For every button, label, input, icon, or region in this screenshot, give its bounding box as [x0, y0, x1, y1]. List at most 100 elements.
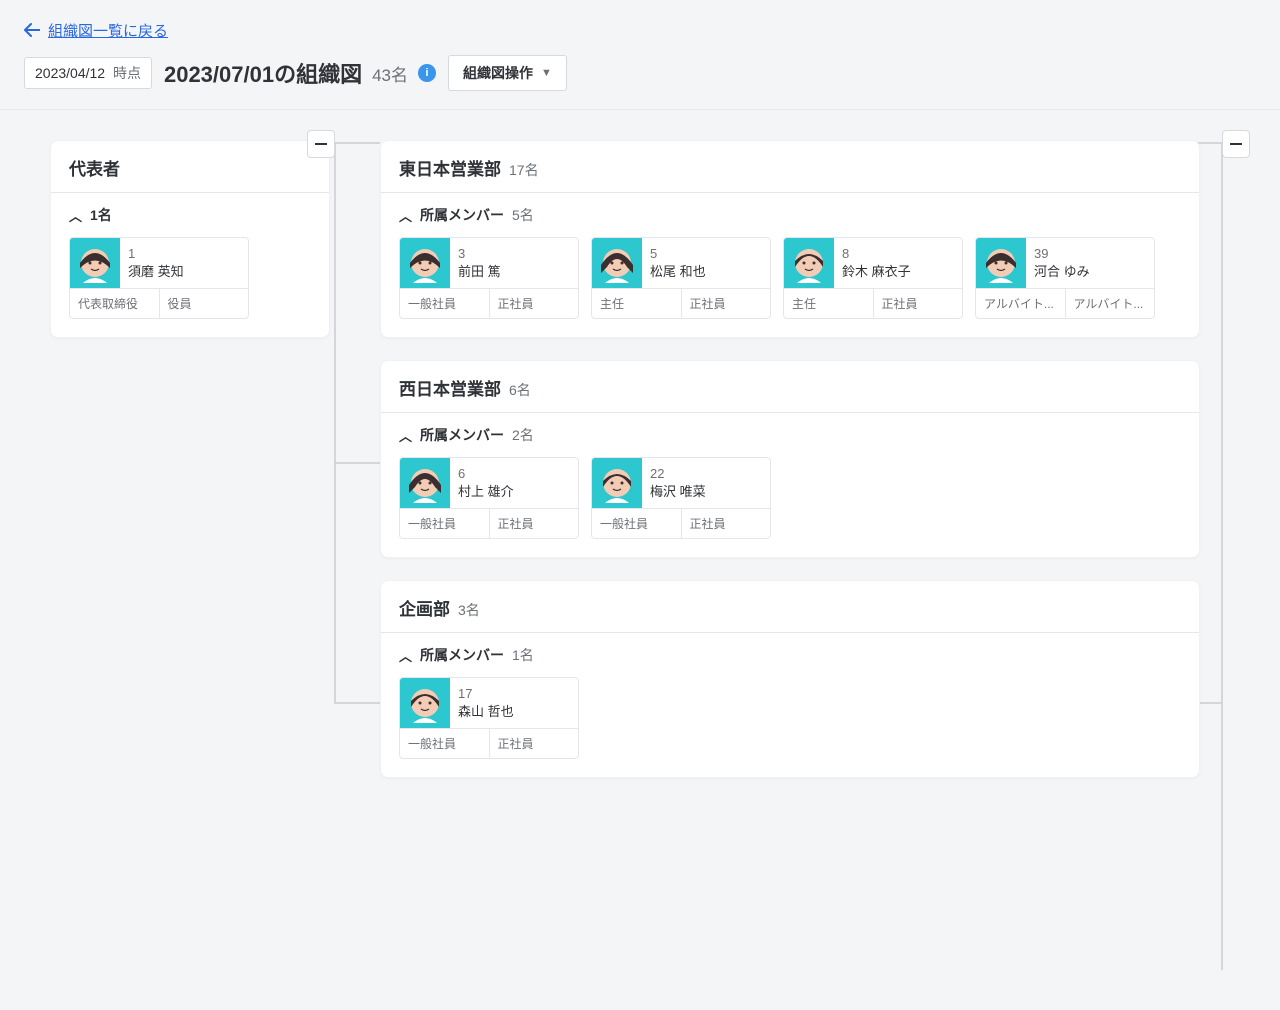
member-roles: アルバイト... アルバイト...: [976, 288, 1154, 318]
as-of-date: 2023/04/12: [35, 65, 105, 81]
member-roles: 代表取締役 役員: [70, 288, 248, 318]
department-member-count: 5名: [512, 205, 534, 225]
chevron-up-icon: ︿: [399, 206, 412, 225]
member-name: 松尾 和也: [650, 263, 706, 281]
member-card[interactable]: 1 須磨 英知 代表取締役 役員: [69, 237, 249, 319]
members-label: 所属メンバー: [420, 205, 504, 225]
member-roles: 一般社員 正社員: [400, 728, 578, 758]
collapse-root-children-button[interactable]: [307, 130, 335, 158]
member-role-secondary: 正社員: [490, 289, 579, 318]
chart-operations-dropdown[interactable]: 組織図操作 ▼: [448, 55, 567, 91]
member-info: 1 須磨 英知: [120, 238, 192, 288]
chevron-up-icon: ︿: [69, 206, 82, 225]
info-icon[interactable]: i: [418, 64, 436, 82]
member-card[interactable]: 17 森山 哲也 一般社員 正社員: [399, 677, 579, 759]
org-chart-area: 代表者 ︿ 1名 1 須磨 英知 代表取締役 役員: [0, 110, 1280, 830]
member-card[interactable]: 22 梅沢 唯菜 一般社員 正社員: [591, 457, 771, 539]
root-member-count: 1名: [90, 205, 112, 225]
department-header: 企画部 3名: [381, 581, 1199, 633]
member-card[interactable]: 8 鈴木 麻衣子 主任 正社員: [783, 237, 963, 319]
chart-title-text: 2023/07/01の組織図: [164, 57, 362, 89]
member-id: 3: [458, 245, 501, 263]
member-role-primary: アルバイト...: [976, 289, 1066, 318]
title-row: 2023/04/12 時点 2023/07/01の組織図 43名 i 組織図操作…: [24, 55, 1256, 91]
member-card[interactable]: 5 松尾 和也 主任 正社員: [591, 237, 771, 319]
member-role-primary: 主任: [784, 289, 874, 318]
member-role-secondary: 正社員: [682, 509, 771, 538]
department-header: 西日本営業部 6名: [381, 361, 1199, 413]
member-role-secondary: 正社員: [682, 289, 771, 318]
member-info: 39 河合 ゆみ: [1026, 238, 1098, 288]
member-role-secondary: 正社員: [490, 729, 579, 758]
chart-operations-label: 組織図操作: [463, 63, 533, 83]
department-count: 6名: [509, 380, 531, 400]
department-count: 17名: [509, 160, 539, 180]
department-title: 企画部: [399, 595, 450, 620]
avatar: [400, 238, 450, 288]
root-title: 代表者: [69, 155, 120, 180]
page-header: 組織図一覧に戻る 2023/04/12 時点 2023/07/01の組織図 43…: [0, 0, 1280, 110]
department-title: 東日本営業部: [399, 155, 501, 180]
member-id: 6: [458, 465, 514, 483]
as-of-suffix: 時点: [113, 65, 141, 81]
members-label: 所属メンバー: [420, 425, 504, 445]
member-role-secondary: アルバイト...: [1066, 289, 1155, 318]
member-role-secondary: 正社員: [490, 509, 579, 538]
member-roles: 一般社員 正社員: [400, 288, 578, 318]
member-name: 鈴木 麻衣子: [842, 263, 911, 281]
department-header: 東日本営業部 17名: [381, 141, 1199, 193]
member-role-primary: 代表取締役: [70, 289, 160, 318]
member-info: 22 梅沢 唯菜: [642, 458, 714, 508]
back-arrow-icon: [24, 22, 40, 40]
department-members-header[interactable]: ︿ 所属メンバー 2名: [381, 413, 1199, 445]
member-name: 須磨 英知: [128, 263, 184, 281]
member-role-primary: 一般社員: [400, 729, 490, 758]
member-role-secondary: 正社員: [874, 289, 963, 318]
collapse-dept-children-button[interactable]: [1222, 130, 1250, 158]
member-roles: 主任 正社員: [592, 288, 770, 318]
department-member-count: 2名: [512, 425, 534, 445]
departments-column: 東日本営業部 17名 ︿ 所属メンバー 5名 3 前田 篤 一般社員 正社員: [380, 140, 1200, 800]
avatar: [592, 238, 642, 288]
root-member-header[interactable]: ︿ 1名: [51, 193, 329, 225]
member-info: 5 松尾 和也: [642, 238, 714, 288]
member-card[interactable]: 39 河合 ゆみ アルバイト... アルバイト...: [975, 237, 1155, 319]
member-role-primary: 主任: [592, 289, 682, 318]
member-role-primary: 一般社員: [592, 509, 682, 538]
chevron-up-icon: ︿: [399, 426, 412, 445]
avatar: [976, 238, 1026, 288]
member-name: 梅沢 唯菜: [650, 483, 706, 501]
member-name: 村上 雄介: [458, 483, 514, 501]
department-members: 3 前田 篤 一般社員 正社員 5 松尾 和也 主任 正社員: [381, 225, 1199, 337]
department-card: 西日本営業部 6名 ︿ 所属メンバー 2名 6 村上 雄介 一般社員 正社員: [380, 360, 1200, 558]
department-members-header[interactable]: ︿ 所属メンバー 1名: [381, 633, 1199, 665]
avatar: [400, 458, 450, 508]
member-name: 前田 篤: [458, 263, 501, 281]
root-card: 代表者 ︿ 1名 1 須磨 英知 代表取締役 役員: [50, 140, 330, 338]
member-name: 森山 哲也: [458, 703, 514, 721]
member-id: 39: [1034, 245, 1090, 263]
root-card-header: 代表者: [51, 141, 329, 193]
members-label: 所属メンバー: [420, 645, 504, 665]
chart-row: 代表者 ︿ 1名 1 須磨 英知 代表取締役 役員: [50, 140, 1280, 800]
total-count: 43名: [372, 61, 408, 86]
root-members: 1 須磨 英知 代表取締役 役員: [51, 225, 329, 337]
avatar: [400, 678, 450, 728]
member-role-primary: 一般社員: [400, 509, 490, 538]
department-card: 企画部 3名 ︿ 所属メンバー 1名 17 森山 哲也 一般社員 正社員: [380, 580, 1200, 778]
department-members-header[interactable]: ︿ 所属メンバー 5名: [381, 193, 1199, 225]
member-name: 河合 ゆみ: [1034, 263, 1090, 281]
member-card[interactable]: 6 村上 雄介 一般社員 正社員: [399, 457, 579, 539]
member-card[interactable]: 3 前田 篤 一般社員 正社員: [399, 237, 579, 319]
chevron-up-icon: ︿: [399, 646, 412, 665]
member-roles: 一般社員 正社員: [592, 508, 770, 538]
member-roles: 主任 正社員: [784, 288, 962, 318]
member-id: 1: [128, 245, 184, 263]
department-members: 6 村上 雄介 一般社員 正社員 22 梅沢 唯菜 一般社員 正社員: [381, 445, 1199, 557]
member-role-secondary: 役員: [160, 289, 249, 318]
member-info: 17 森山 哲也: [450, 678, 522, 728]
back-link[interactable]: 組織図一覧に戻る: [24, 20, 1256, 41]
member-id: 22: [650, 465, 706, 483]
page-title: 2023/07/01の組織図 43名 i: [164, 57, 436, 89]
department-member-count: 1名: [512, 645, 534, 665]
